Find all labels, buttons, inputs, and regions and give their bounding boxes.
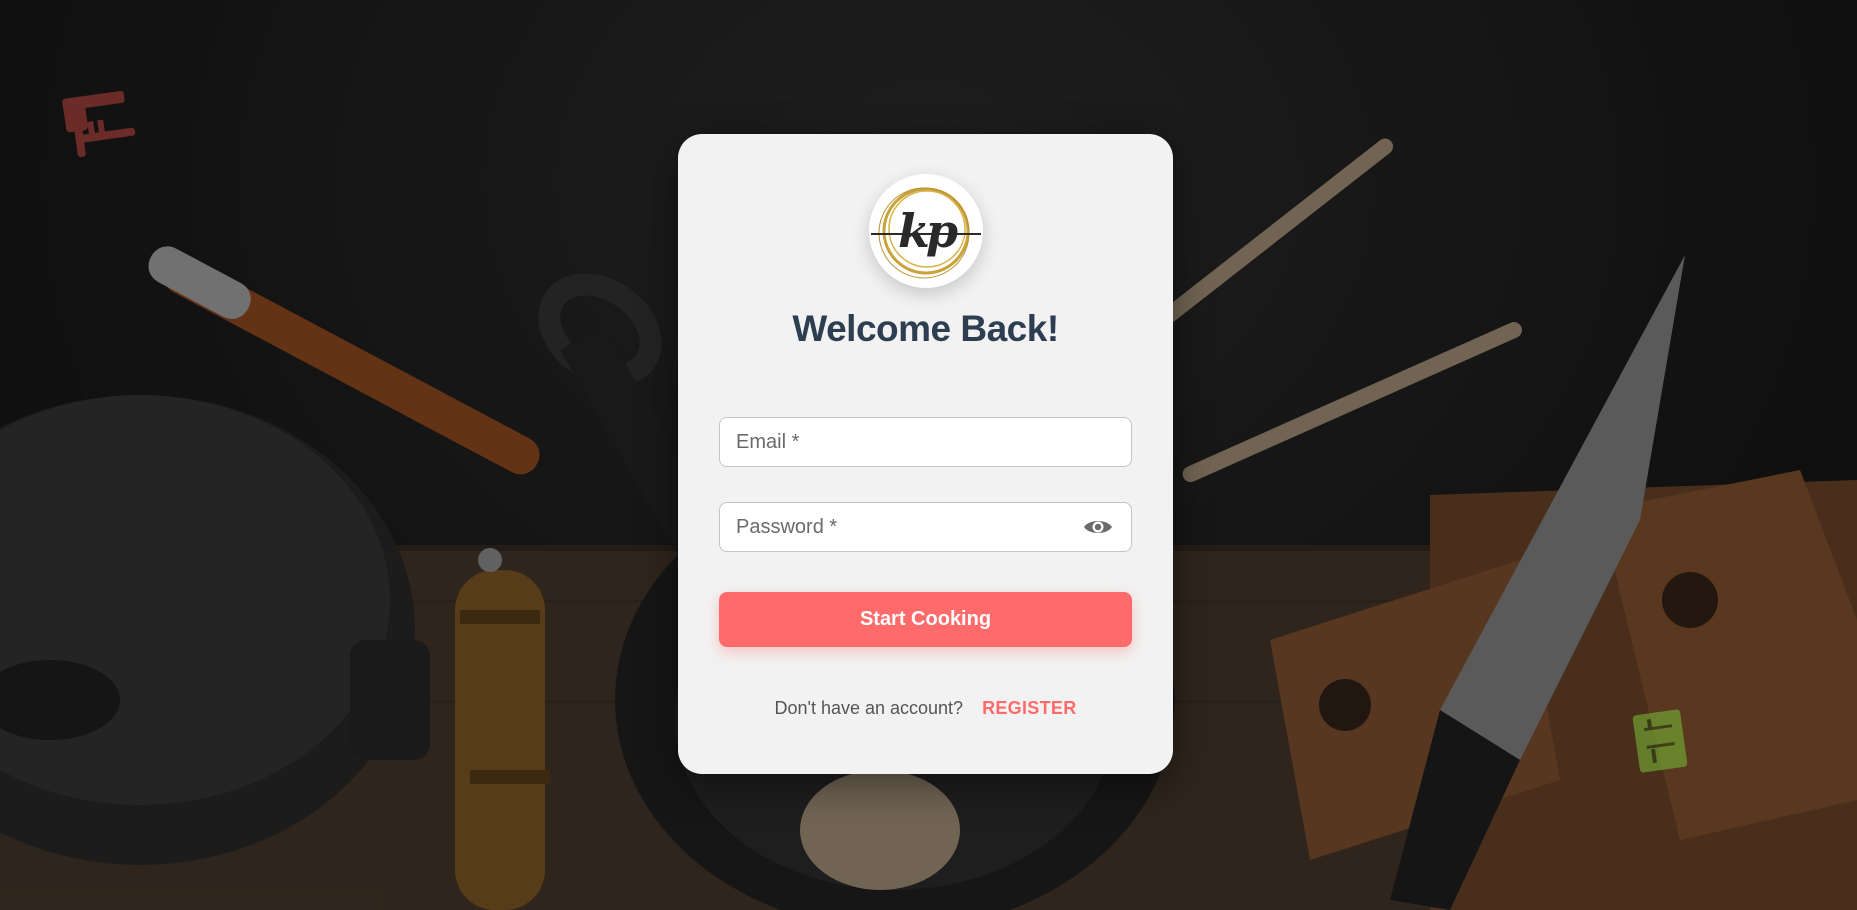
password-field[interactable] xyxy=(719,502,1132,552)
email-input[interactable] xyxy=(736,418,1076,466)
logo-monogram: kp xyxy=(897,204,958,258)
fork-knife-icon xyxy=(62,87,141,164)
register-question: Don't have an account? xyxy=(774,698,964,718)
password-input[interactable] xyxy=(736,503,1076,551)
register-prompt: Don't have an account? REGISTER xyxy=(678,698,1173,719)
kp-logo: kp xyxy=(869,174,983,288)
page-title: Welcome Back! xyxy=(792,308,1059,349)
green-box-icon xyxy=(1632,709,1688,773)
login-card: kp Welcome Back! Start Cooking Don't hav… xyxy=(678,134,1173,774)
email-field[interactable] xyxy=(719,417,1132,467)
register-link[interactable]: REGISTER xyxy=(982,698,1076,718)
start-cooking-button[interactable]: Start Cooking xyxy=(719,592,1132,647)
eye-icon[interactable] xyxy=(1083,515,1113,539)
